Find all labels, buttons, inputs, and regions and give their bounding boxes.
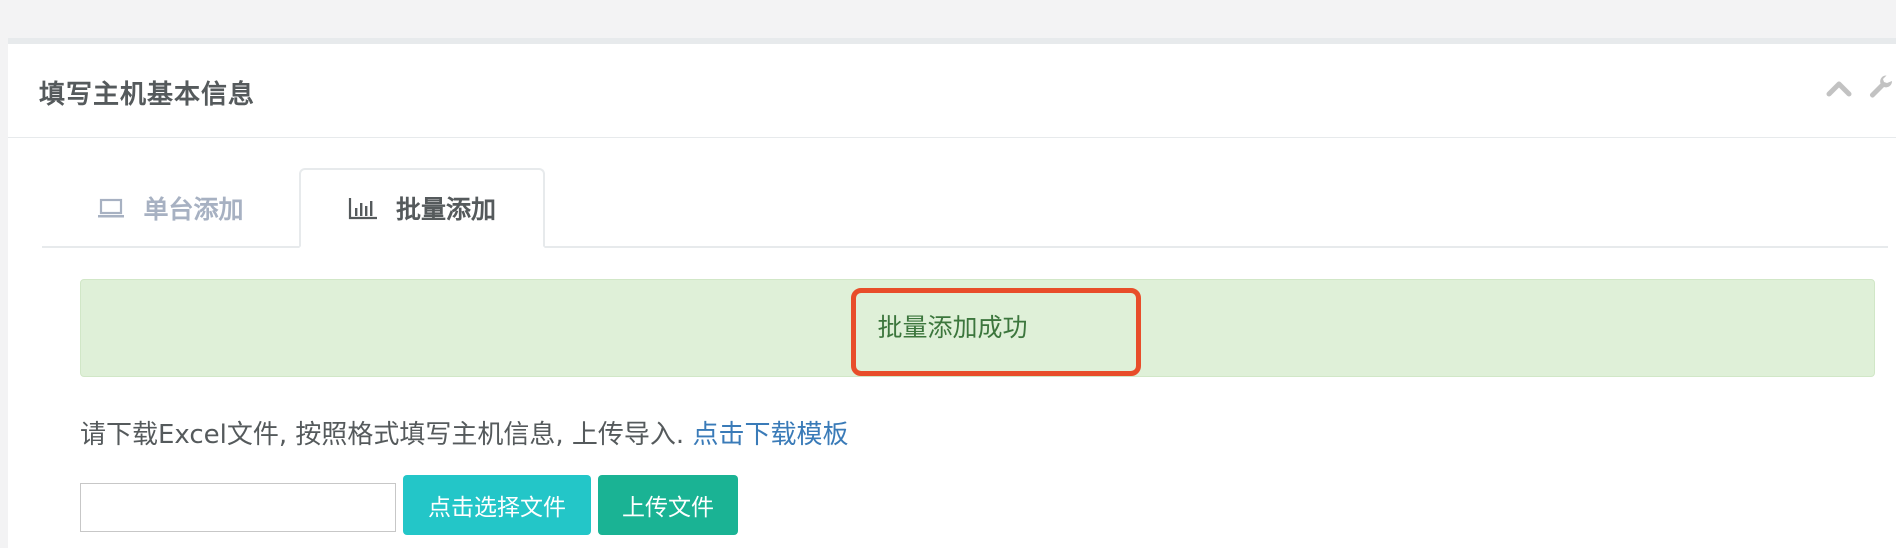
panel-title: 填写主机基本信息	[39, 80, 256, 110]
upload-instructions: 请下载Excel文件, 按照格式填写主机信息, 上传导入. 点击下载模板	[80, 414, 848, 451]
panel-tools	[1812, 70, 1896, 110]
tab-batch-add[interactable]: 批量添加	[299, 168, 545, 248]
laptop-icon	[97, 197, 125, 219]
instructions-text: 请下载Excel文件, 按照格式填写主机信息, 上传导入.	[80, 420, 685, 450]
upload-file-button[interactable]: 上传文件	[598, 475, 738, 535]
alert-message: 批量添加成功	[877, 313, 1028, 342]
top-bar	[0, 0, 1896, 38]
collapse-button[interactable]	[1824, 75, 1854, 105]
add-mode-tabs: 单台添加 批量添加	[42, 168, 1888, 248]
config-button[interactable]	[1866, 75, 1896, 105]
choose-file-button[interactable]: 点击选择文件	[403, 475, 591, 535]
tab-label: 单台添加	[143, 195, 244, 224]
panel-header: 填写主机基本信息	[8, 44, 1896, 138]
tab-single-add[interactable]: 单台添加	[42, 168, 299, 248]
wrench-icon	[1868, 75, 1894, 105]
bar-chart-icon	[348, 196, 378, 220]
download-template-link[interactable]: 点击下载模板	[692, 420, 848, 450]
tab-label: 批量添加	[395, 195, 496, 224]
file-path-input[interactable]	[80, 483, 396, 532]
success-alert: 批量添加成功	[80, 279, 1875, 377]
chevron-up-icon	[1826, 79, 1852, 101]
